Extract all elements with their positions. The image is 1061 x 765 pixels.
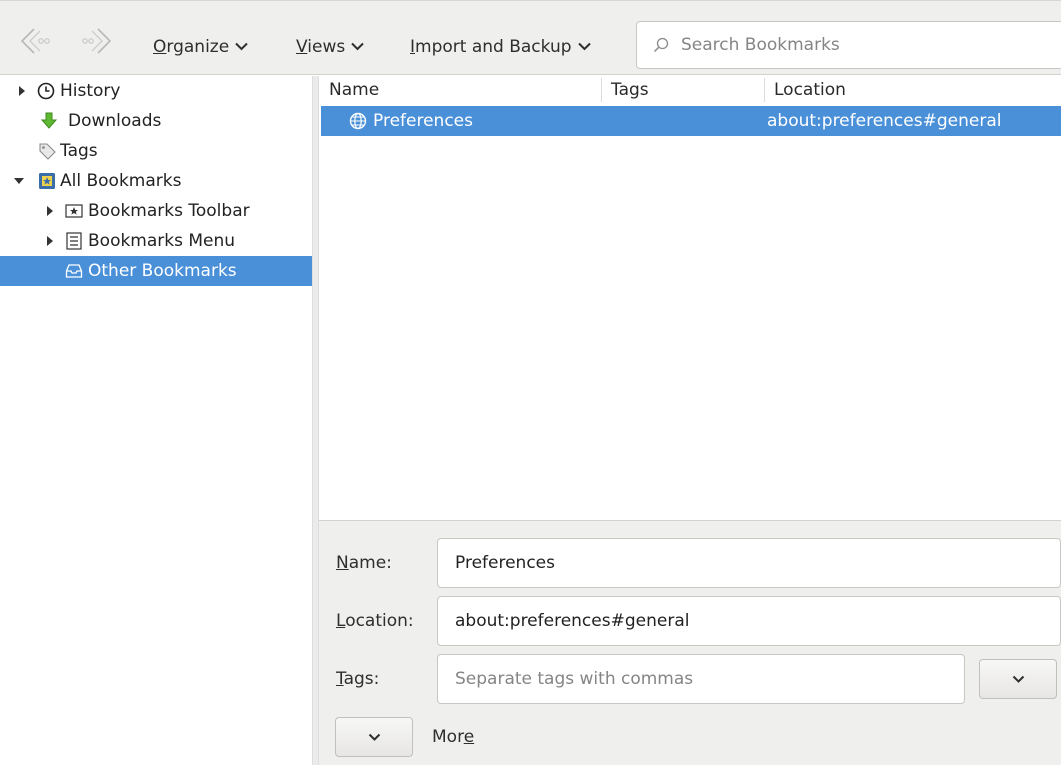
forward-arrow-icon [82,28,112,54]
name-field[interactable] [437,538,1061,588]
views-label: iews [307,37,346,57]
sidebar: History Downloads Tags All Bookmarks Boo… [0,76,312,765]
tags-label-accel: T [336,669,344,689]
folder-tray-icon [65,264,83,278]
tags-label-text: ags: [343,669,380,689]
location-label-accel: L [336,611,346,631]
sidebar-item-label: Tags [60,141,98,161]
organize-label: rganize [166,37,230,57]
sidebar-item-all-bookmarks[interactable]: All Bookmarks [0,166,312,196]
search-icon [653,37,669,53]
sidebar-item-label: Bookmarks Toolbar [88,201,250,221]
row-location-cell: about:preferences#general [767,111,1002,131]
toolbar: Organize Views Import and Backup [0,0,1061,75]
download-arrow-icon [40,112,58,129]
views-accel: V [296,37,308,57]
pane-splitter[interactable] [312,76,319,765]
chevron-down-icon [368,733,381,741]
chevron-down-icon [1012,675,1025,683]
more-label-accel: e [463,727,475,747]
column-divider[interactable] [764,78,765,102]
chevron-down-icon [235,42,248,51]
sidebar-item-bookmarks-toolbar[interactable]: Bookmarks Toolbar [0,196,312,226]
organize-menu-button[interactable]: Organize [153,35,248,59]
column-header-name[interactable]: Name [329,76,379,104]
chevron-down-icon [577,42,591,51]
sidebar-item-label: History [60,81,121,101]
location-field[interactable] [437,596,1061,646]
column-header-location[interactable]: Location [774,76,846,104]
views-menu-button[interactable]: Views [296,35,364,59]
expand-arrow-icon[interactable] [17,86,27,96]
organize-accel: O [153,37,167,57]
expand-arrow-icon[interactable] [45,236,55,246]
import-label: mport and Backup [415,37,572,57]
sidebar-item-history[interactable]: History [0,76,312,106]
search-box [636,21,1061,69]
collapse-arrow-icon[interactable] [14,176,24,186]
column-divider[interactable] [601,78,602,102]
sidebar-item-other-bookmarks[interactable]: Other Bookmarks [0,256,312,286]
clock-icon [37,82,55,100]
tags-field[interactable] [437,654,965,704]
sidebar-item-label: Downloads [68,111,162,131]
import-backup-menu-button[interactable]: Import and Backup [410,35,591,59]
sidebar-item-label: Other Bookmarks [88,261,237,281]
location-label-text: ocation: [345,611,414,631]
column-header-tags[interactable]: Tags [611,76,649,104]
expand-arrow-icon[interactable] [45,206,55,216]
sidebar-item-tags[interactable]: Tags [0,136,312,166]
row-name-cell: Preferences [373,111,473,131]
sidebar-item-bookmarks-menu[interactable]: Bookmarks Menu [0,226,312,256]
search-input[interactable] [681,30,1051,60]
sidebar-item-label: All Bookmarks [60,171,182,191]
toolbar-star-icon [65,204,83,218]
back-arrow-icon [20,28,50,54]
tag-icon [39,143,56,160]
menu-list-icon [66,232,82,250]
bookmarks-library-icon [39,173,55,189]
more-label[interactable]: More [432,725,474,749]
sidebar-item-label: Bookmarks Menu [88,231,236,251]
more-toggle-button[interactable] [335,717,413,757]
bookmarks-list: Name Tags Location Preferences about:pre… [319,76,1061,520]
table-row[interactable]: Preferences about:preferences#general [321,106,1061,136]
name-label-accel: N [336,553,349,573]
more-label-text: Mor [432,727,464,747]
details-pane: Name: Location: Tags: More [319,520,1061,765]
tags-label: Tags: [336,667,379,691]
sidebar-item-downloads[interactable]: Downloads [0,106,312,136]
forward-button[interactable] [76,25,118,57]
chevron-down-icon [351,42,364,51]
name-label: Name: [336,551,392,575]
back-button[interactable] [14,25,56,57]
location-label: Location: [336,609,414,633]
name-label-text: ame: [348,553,392,573]
globe-icon [349,112,367,130]
tags-dropdown-button[interactable] [979,659,1057,699]
